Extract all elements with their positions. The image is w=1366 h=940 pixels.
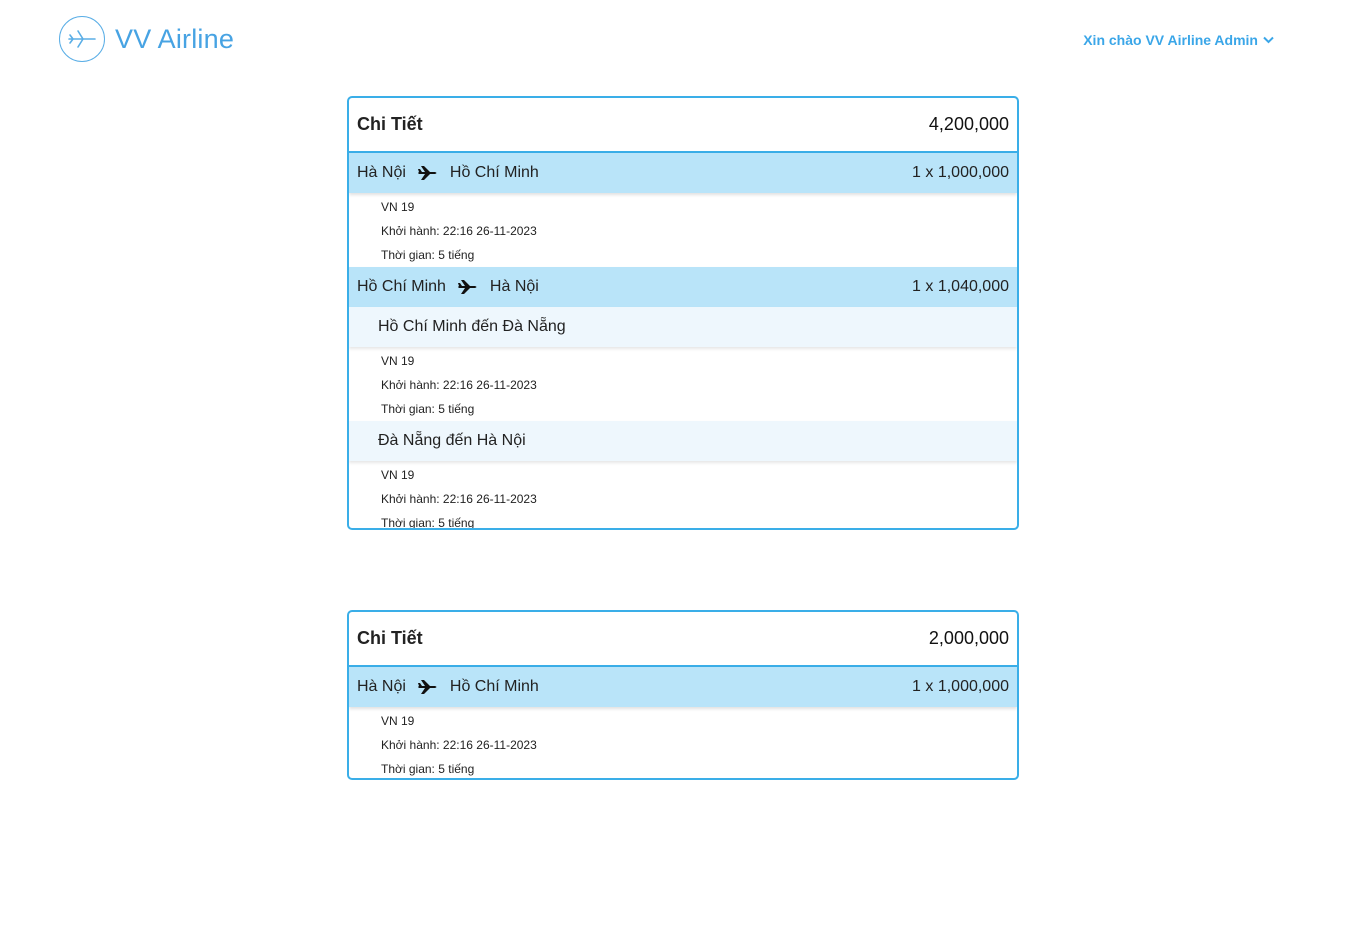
brand-name: VV Airline: [115, 23, 235, 54]
departure-time: Khởi hành: 22:16 26-11-2023: [381, 378, 537, 392]
destination-city: Hồ Chí Minh: [449, 678, 539, 695]
flight-details: VN 19 Khởi hành: 22:16 26-11-2023 Thời g…: [349, 707, 1017, 778]
route-row[interactable]: Hà Nội Hồ Chí Minh 1 x 1,000,000: [349, 667, 1017, 707]
airplane-icon: [457, 280, 478, 294]
origin-city: Hà Nội: [357, 678, 406, 695]
route-row[interactable]: Hồ Chí Minh Hà Nội 1 x 1,040,000: [349, 267, 1017, 307]
card-header: Chi Tiết 2,000,000: [349, 612, 1017, 667]
flight-number: VN 19: [381, 200, 415, 214]
flight-number: VN 19: [381, 468, 415, 482]
top-header: VV Airline Xin chào VV Airline Admin: [0, 0, 1366, 82]
booking-total: 4,200,000: [928, 114, 1009, 134]
leg-price: 1 x 1,000,000: [912, 678, 1009, 695]
booking-total: 2,000,000: [928, 628, 1009, 648]
flight-duration: Thời gian: 5 tiếng: [381, 402, 475, 416]
card-header: Chi Tiết 4,200,000: [349, 98, 1017, 153]
flight-number: VN 19: [381, 354, 415, 368]
segment-label: Hồ Chí Minh đến Đà Nẵng: [378, 318, 566, 335]
flight-number: VN 19: [381, 714, 415, 728]
flight-duration: Thời gian: 5 tiếng: [381, 516, 475, 530]
route-row[interactable]: Hà Nội Hồ Chí Minh 1 x 1,000,000: [349, 153, 1017, 193]
user-menu-dropdown[interactable]: Xin chào VV Airline Admin: [1083, 32, 1274, 48]
segment-row[interactable]: Đà Nẵng đến Hà Nội: [349, 421, 1017, 461]
departure-time: Khởi hành: 22:16 26-11-2023: [381, 738, 537, 752]
leg-price: 1 x 1,000,000: [912, 164, 1009, 181]
segment-row[interactable]: Hồ Chí Minh đến Đà Nẵng: [349, 307, 1017, 347]
plane-icon: [59, 16, 105, 62]
origin-city: Hà Nội: [357, 164, 406, 181]
chevron-down-icon: [1263, 36, 1274, 44]
card-title: Chi Tiết: [357, 114, 423, 134]
leg-price: 1 x 1,040,000: [912, 278, 1009, 295]
flight-duration: Thời gian: 5 tiếng: [381, 248, 475, 262]
booking-card: Chi Tiết 4,200,000 Hà Nội Hồ Chí Minh 1 …: [347, 96, 1019, 530]
departure-time: Khởi hành: 22:16 26-11-2023: [381, 492, 537, 506]
segment-label: Đà Nẵng đến Hà Nội: [378, 432, 526, 449]
flight-details: VN 19 Khởi hành: 22:16 26-11-2023 Thời g…: [349, 347, 1017, 421]
airplane-icon: [417, 166, 438, 180]
departure-time: Khởi hành: 22:16 26-11-2023: [381, 224, 537, 238]
airplane-icon: [417, 680, 438, 694]
brand-logo[interactable]: VV Airline: [59, 16, 234, 62]
card-title: Chi Tiết: [357, 628, 423, 648]
flight-details: VN 19 Khởi hành: 22:16 26-11-2023 Thời g…: [349, 193, 1017, 267]
flight-details: VN 19 Khởi hành: 22:16 26-11-2023 Thời g…: [349, 461, 1017, 530]
origin-city: Hồ Chí Minh: [357, 278, 446, 295]
booking-card: Chi Tiết 2,000,000 Hà Nội Hồ Chí Minh 1 …: [347, 610, 1019, 780]
flight-duration: Thời gian: 5 tiếng: [381, 762, 475, 776]
user-greeting: Xin chào VV Airline Admin: [1083, 32, 1258, 48]
destination-city: Hồ Chí Minh: [449, 164, 539, 181]
destination-city: Hà Nội: [489, 278, 539, 295]
